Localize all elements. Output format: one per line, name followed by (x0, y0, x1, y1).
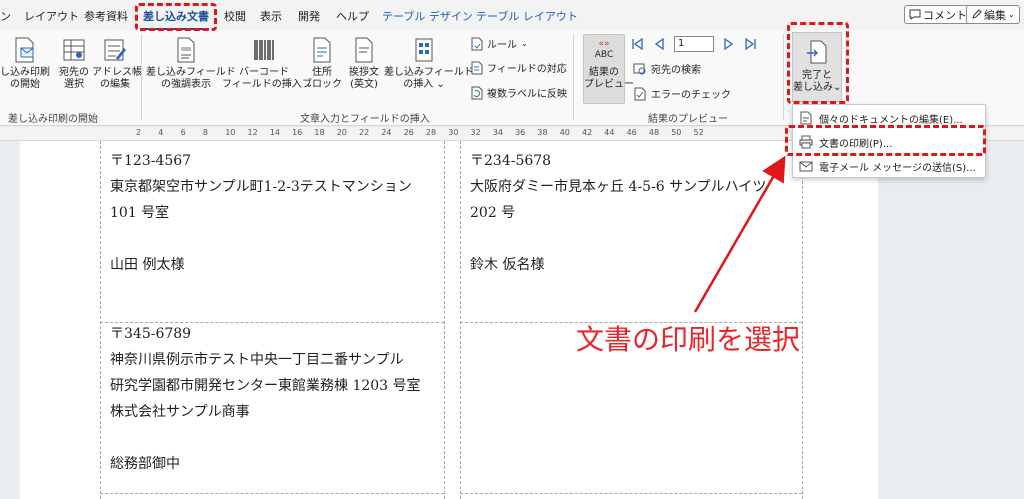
annotation-arrow (693, 155, 786, 313)
annotation-callout: 文書の印刷を選択 (576, 323, 801, 356)
